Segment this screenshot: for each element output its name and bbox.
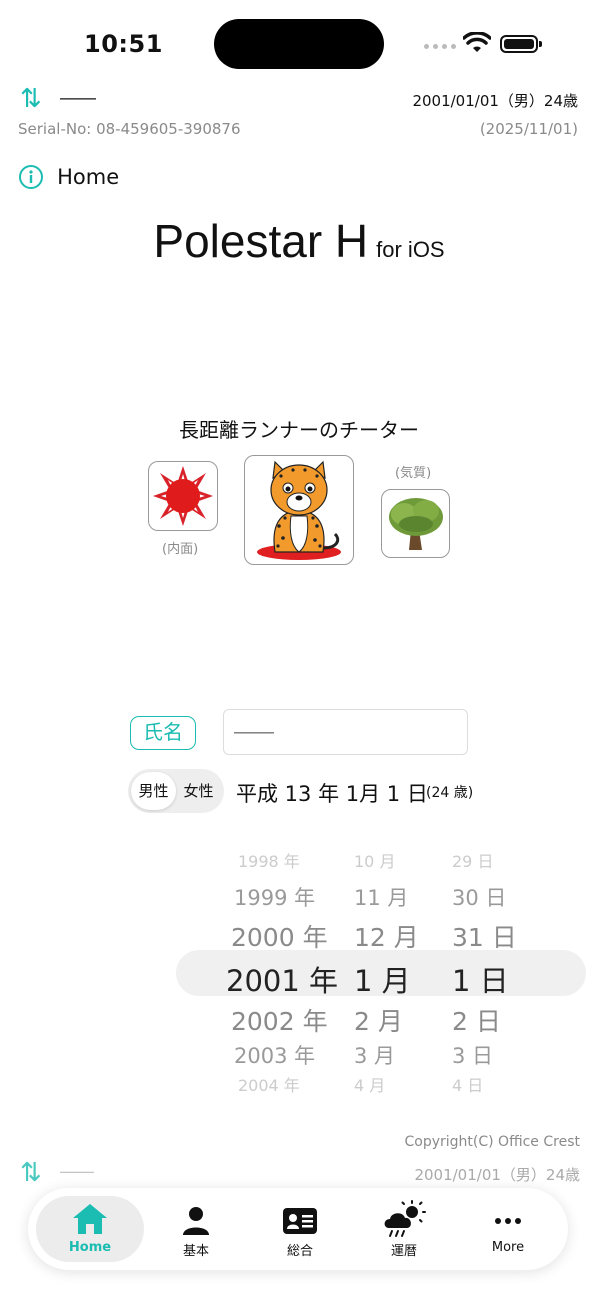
info-icon [19,165,43,189]
picker-day-value: 3 日 [452,1044,494,1068]
tab-overall-label: 総合 [286,1244,313,1259]
cellular-signal-icon [424,44,456,49]
weather-icon [384,1200,426,1237]
more-icon [495,1218,521,1224]
picker-year-value: 2004 年 [238,1076,300,1095]
wifi-icon [463,32,491,52]
picker-month-value: 1 月 [354,964,411,998]
copyright: Copyright(C) Office Crest [404,1134,581,1150]
picker-year-value: 1999 年 [234,886,316,910]
tab-more-label: More [491,1240,525,1255]
picker-year-value: 2002 年 [231,1007,328,1036]
picker-day-value: 2 日 [452,1007,501,1036]
picker-day-value: 4 日 [452,1076,484,1095]
swap-icon[interactable]: ⇅ [20,86,42,112]
tab-more[interactable]: More [454,1196,562,1262]
picker-year-value: 2001 年 [226,964,339,998]
picker-month-value: 11 月 [354,886,409,910]
era-date: 平成 13 年 1月 1 日 [236,782,428,806]
tree-icon [389,498,443,550]
dynamic-island [214,19,384,69]
tab-basic-label: 基本 [182,1244,209,1259]
status-time: 10:51 [84,30,163,58]
tab-basic[interactable]: 基本 [142,1196,250,1262]
picker-day-value: 29 日 [452,852,494,871]
picker-year-value: 1998 年 [238,852,300,871]
picker-month-value: 4 月 [354,1076,386,1095]
temperament-tree-image[interactable] [381,489,450,558]
tab-bar: Home 基本 総合 運暦 More [28,1188,568,1270]
swap-icon-bottom[interactable]: ⇅ [20,1160,42,1186]
app-title: Polestar H for iOS [0,214,598,268]
tab-fortune[interactable]: 運暦 [350,1196,458,1262]
inner-caption: (内面) [162,542,199,557]
cheetah-icon [257,460,341,560]
app-title-main: Polestar H [153,215,369,267]
gender-male-option[interactable]: 男性 [131,772,176,810]
home-info-button[interactable]: Home [18,164,119,190]
picker-day-value: 31 日 [452,923,517,952]
picker-year-value: 2003 年 [234,1044,316,1068]
header-date: (2025/11/01) [479,120,578,138]
page-title: Home [57,165,120,189]
gender-female-option[interactable]: 女性 [176,772,221,810]
picker-month-value: 12 月 [354,923,419,952]
id-card-icon [283,1208,317,1234]
header-birth: 2001/01/01（男）24歳 [412,92,578,110]
temperament-caption: (気質) [395,466,432,481]
footer-birth: 2001/01/01（男）24歳 [414,1166,580,1184]
tab-fortune-label: 運暦 [390,1244,417,1259]
tab-home[interactable]: Home [36,1196,144,1262]
picker-month-value: 2 月 [354,1007,403,1036]
tab-overall[interactable]: 総合 [246,1196,354,1262]
age-label: (24 歳) [426,785,474,801]
gender-selector[interactable]: 男性 女性 [128,769,224,813]
tab-home-label: Home [68,1240,112,1255]
sun-icon [153,466,213,526]
picker-month-value: 10 月 [354,852,396,871]
header-name: ―― [60,88,96,109]
date-picker[interactable]: 1998 年 10 月 29 日 1999 年 11 月 30 日 2000 年 12 月 31… [0,840,598,1100]
person-icon [183,1207,209,1235]
picker-month-value: 3 月 [354,1044,396,1068]
picker-day-value: 1 日 [452,964,509,998]
serial-number: Serial-No: 08-459605-390876 [18,120,241,138]
picker-day-value: 30 日 [452,886,507,910]
name-input[interactable] [223,709,468,755]
picker-year-value: 2000 年 [231,923,328,952]
inner-sun-image[interactable] [148,461,218,531]
footer-name: ―― [60,1162,94,1182]
animal-title: 長距離ランナーのチーター [179,418,419,442]
battery-icon [500,35,542,53]
app-title-sub: for iOS [376,237,445,262]
cheetah-image[interactable] [244,455,354,565]
home-icon [73,1204,107,1234]
name-label: 氏名 [130,716,196,750]
